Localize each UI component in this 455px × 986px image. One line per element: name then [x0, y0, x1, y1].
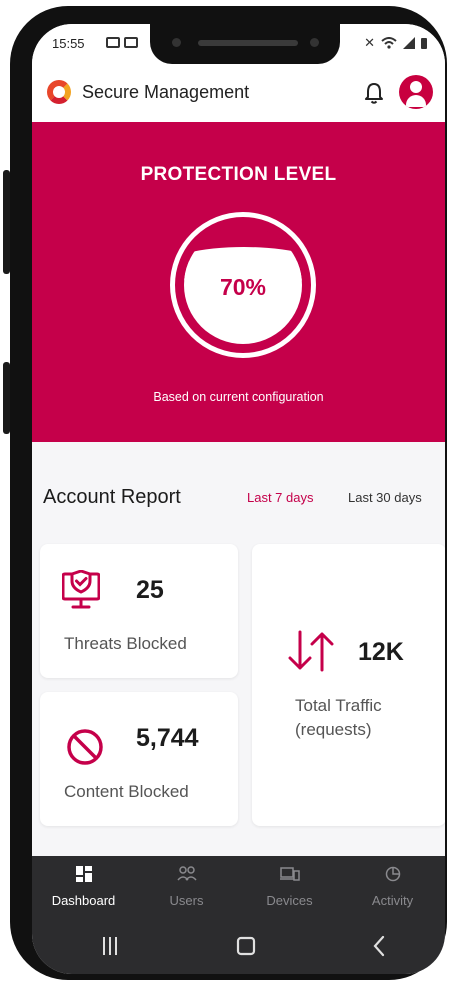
content-blocked-value: 5,744 — [136, 724, 199, 752]
threats-blocked-label: Threats Blocked — [64, 634, 187, 653]
protection-level-value: 70% — [219, 274, 267, 300]
activity-icon — [385, 866, 401, 882]
avatar-body-shape — [406, 95, 426, 107]
nav-label-users: Users — [169, 893, 204, 908]
total-traffic-label: Total Traffic — [295, 696, 382, 715]
protection-gauge-inner: 70% — [184, 226, 302, 344]
volume-button — [3, 170, 10, 274]
status-system-icons: ✕ — [364, 35, 427, 51]
camera-notch — [150, 24, 340, 64]
nav-label-devices: Devices — [266, 893, 313, 908]
threats-blocked-card[interactable]: 25 Threats Blocked — [40, 544, 238, 678]
screen: 15:55 ✕ Secure Management PROTECTION LEV… — [32, 24, 445, 974]
users-icon — [177, 866, 197, 881]
devices-icon — [280, 867, 300, 881]
total-traffic-card[interactable]: 12K Total Traffic (requests) — [252, 544, 445, 826]
avatar-head-shape — [410, 81, 422, 93]
threat-monitor-icon — [62, 570, 100, 609]
camera-icon — [172, 38, 181, 47]
status-time: 15:55 — [52, 36, 85, 51]
range-tab-last-7-days[interactable]: Last 7 days — [247, 490, 314, 505]
protection-gauge: 70% — [170, 212, 316, 358]
brand-logo-icon — [47, 80, 71, 104]
nav-label-dashboard: Dashboard — [51, 893, 116, 908]
bottom-navigation: Dashboard Users Devices Activity — [32, 856, 445, 918]
block-icon — [67, 729, 103, 765]
nav-label-activity: Activity — [371, 893, 414, 908]
dashboard-icon — [76, 866, 92, 882]
content-blocked-label: Content Blocked — [64, 782, 189, 801]
total-traffic-sublabel: (requests) — [295, 720, 372, 739]
protection-title: PROTECTION LEVEL — [140, 164, 337, 185]
app-header: Secure Management — [32, 66, 445, 122]
wifi-icon — [381, 37, 397, 49]
app-title: Secure Management — [82, 82, 250, 102]
user-avatar[interactable] — [399, 75, 433, 109]
protection-caption: Based on current configuration — [153, 390, 324, 404]
account-report-title: Account Report — [43, 486, 181, 508]
recent-apps-icon[interactable] — [102, 936, 118, 956]
protection-panel: PROTECTION LEVEL 70% Based on current co… — [32, 122, 445, 442]
nav-item-users[interactable]: Users — [135, 856, 238, 918]
total-traffic-value: 12K — [358, 638, 404, 666]
threats-blocked-value: 25 — [136, 576, 164, 604]
mute-icon: ✕ — [364, 35, 375, 50]
back-icon[interactable] — [372, 935, 386, 957]
power-button — [3, 362, 10, 434]
status-notification-icons — [106, 37, 138, 48]
sensor-icon — [310, 38, 319, 47]
signal-icon — [403, 37, 415, 49]
nav-item-dashboard[interactable]: Dashboard — [32, 856, 135, 918]
gallery-icon — [124, 37, 138, 48]
nav-item-devices[interactable]: Devices — [238, 856, 341, 918]
notifications-bell-icon[interactable] — [363, 81, 385, 105]
speaker-grille — [198, 40, 298, 46]
cast-icon — [106, 37, 120, 48]
phone-frame: 15:55 ✕ Secure Management PROTECTION LEV… — [3, 6, 447, 980]
traffic-arrows-icon — [288, 630, 334, 672]
battery-icon — [421, 38, 427, 49]
range-tab-last-30-days[interactable]: Last 30 days — [348, 490, 422, 505]
system-navigation-bar — [32, 918, 445, 974]
home-icon[interactable] — [236, 936, 256, 956]
nav-item-activity[interactable]: Activity — [341, 856, 444, 918]
content-blocked-card[interactable]: 5,744 Content Blocked — [40, 692, 238, 826]
status-bar: 15:55 ✕ — [32, 24, 445, 66]
